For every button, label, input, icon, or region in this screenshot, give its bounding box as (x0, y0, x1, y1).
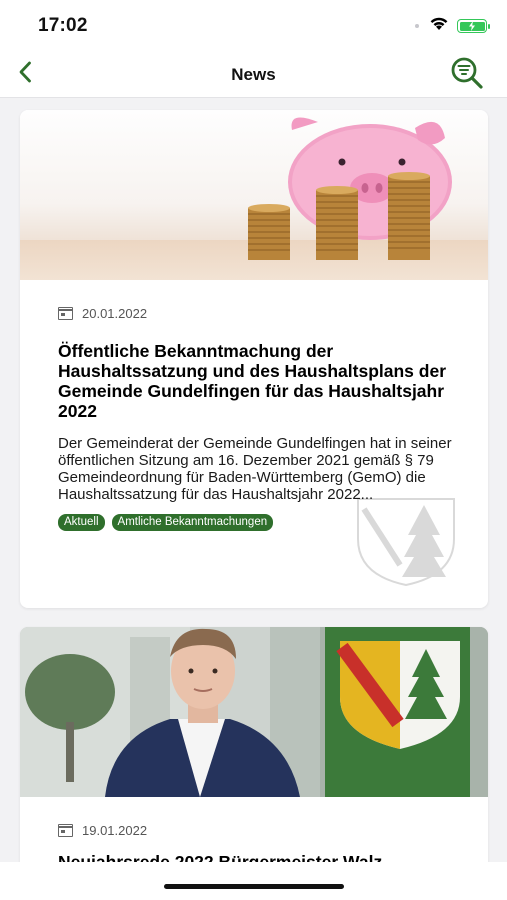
home-indicator[interactable] (164, 884, 344, 889)
article-teaser: Der Gemeinderat der Gemeinde Gundelfinge… (58, 435, 452, 503)
date-row: 20.01.2022 (58, 306, 454, 321)
wifi-icon (429, 16, 449, 36)
news-card[interactable]: 19.01.2022 Neujahrsrede 2022 Bürgermeist… (20, 627, 488, 862)
status-time: 17:02 (38, 15, 88, 36)
article-title[interactable]: Öffentliche Bekanntmachung der Haushalts… (58, 341, 454, 421)
coat-of-arms-watermark (357, 498, 455, 587)
article-date: 20.01.2022 (82, 306, 148, 321)
status-bar: 17:02 (0, 0, 507, 50)
battery-charging-icon (457, 19, 490, 33)
status-icons (413, 16, 490, 36)
tag-list: Aktuell Amtliche Bekanntmachungen (58, 514, 454, 531)
tag-aktuell[interactable]: Aktuell (58, 514, 105, 531)
article-date: 19.01.2022 (82, 823, 148, 838)
article-body: 19.01.2022 (58, 823, 454, 838)
article-image (20, 110, 488, 280)
news-card[interactable]: 20.01.2022 Öffentliche Bekanntmachung de… (20, 110, 488, 608)
home-indicator-area (0, 862, 507, 900)
filter-search-icon (448, 56, 486, 95)
news-feed[interactable]: 20.01.2022 Öffentliche Bekanntmachung de… (0, 98, 507, 862)
cellular-icon (413, 17, 421, 35)
calendar-icon (58, 307, 73, 320)
date-row: 19.01.2022 (58, 823, 454, 838)
nav-bar: News (0, 50, 507, 98)
calendar-icon (58, 824, 73, 837)
filter-search-button[interactable] (447, 56, 487, 94)
page-title: News (231, 65, 276, 84)
article-image (20, 627, 488, 797)
article-title[interactable]: Neujahrsrede 2022 Bürgermeister Walz (58, 852, 382, 862)
tag-amtliche-bekanntmachungen[interactable]: Amtliche Bekanntmachungen (111, 514, 274, 531)
article-body: 20.01.2022 Öffentliche Bekanntmachung de… (58, 306, 454, 531)
